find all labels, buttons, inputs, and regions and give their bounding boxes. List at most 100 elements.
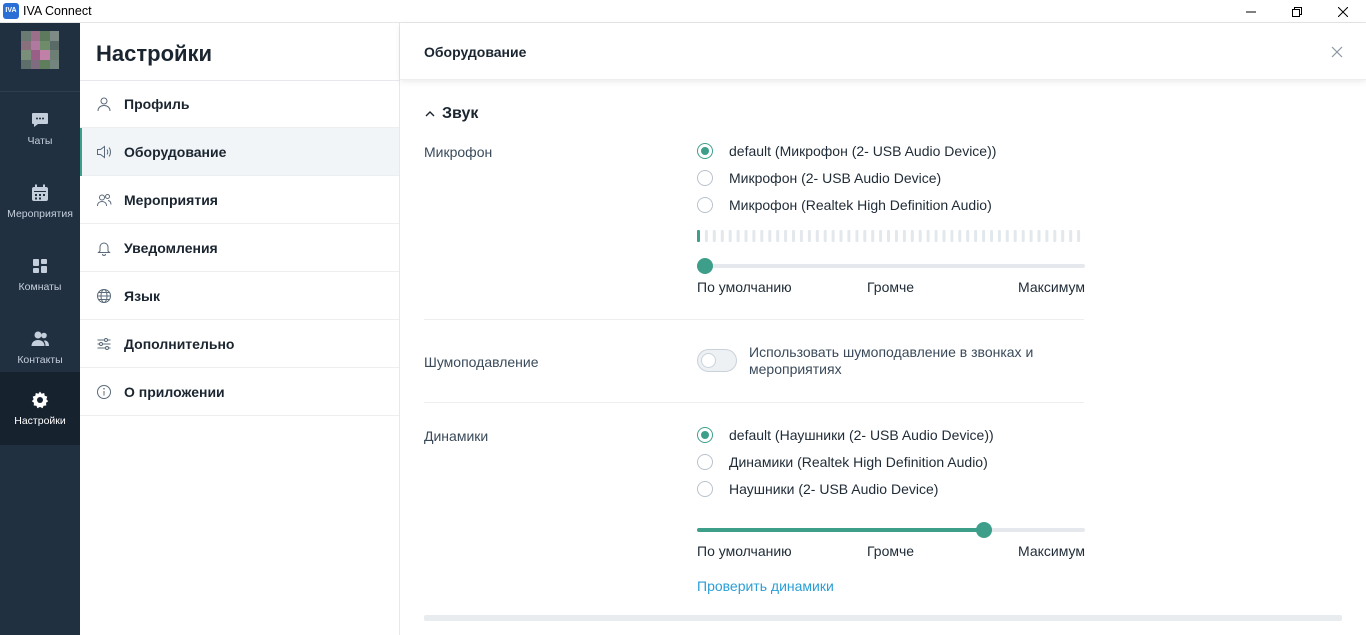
- microphone-option-1[interactable]: Микрофон (2- USB Audio Device): [697, 170, 941, 186]
- app-title: IVA Connect: [23, 4, 92, 18]
- close-icon[interactable]: [1330, 45, 1344, 59]
- avatar[interactable]: [21, 31, 59, 69]
- radio-button[interactable]: [697, 427, 713, 443]
- restore-button[interactable]: [1274, 0, 1320, 23]
- rail-item-label: Мероприятия: [7, 208, 73, 220]
- menu-item-profile[interactable]: Профиль: [80, 80, 399, 128]
- user-icon: [97, 97, 111, 111]
- noise-suppression-description: Использовать шумоподавление в звонках и …: [749, 344, 1034, 377]
- level-tick: [1053, 230, 1057, 242]
- main-header: Оборудование: [400, 23, 1366, 80]
- level-tick: [752, 230, 756, 242]
- level-tick: [918, 230, 922, 242]
- level-tick: [1005, 230, 1009, 242]
- minimize-icon: [1246, 11, 1256, 12]
- rail-item-rooms[interactable]: Комнаты: [0, 238, 80, 311]
- slider-fill: [697, 528, 984, 532]
- radio-button[interactable]: [697, 481, 713, 497]
- scale-max-label: Максимум: [1018, 279, 1085, 295]
- rail-item-chats[interactable]: Чаты: [0, 92, 80, 165]
- menu-item-events[interactable]: Мероприятия: [80, 176, 399, 224]
- noise-suppression-toggle[interactable]: [697, 349, 737, 372]
- level-tick: [823, 230, 827, 242]
- test-speakers-link[interactable]: Проверить динамики: [697, 578, 834, 594]
- scale-mid-label: Громче: [867, 543, 915, 559]
- scale-mid-label: Громче: [867, 279, 915, 295]
- level-tick: [1013, 230, 1017, 242]
- level-tick: [1029, 230, 1033, 242]
- radio-button[interactable]: [697, 170, 713, 186]
- microphone-option-2[interactable]: Микрофон (Realtek High Definition Audio): [697, 197, 992, 213]
- globe-icon: [97, 288, 111, 303]
- slider-handle[interactable]: [976, 522, 992, 538]
- level-tick: [871, 230, 875, 242]
- speakers-volume-slider[interactable]: [697, 522, 1085, 538]
- title-bar: IVA IVA Connect: [0, 0, 1366, 23]
- level-tick: [831, 230, 835, 242]
- level-tick: [784, 230, 788, 242]
- sliders-icon: [97, 337, 111, 350]
- radio-button[interactable]: [697, 197, 713, 213]
- noise-suppression-label: Шумоподавление: [424, 354, 539, 370]
- level-tick: [887, 230, 890, 242]
- level-tick: [847, 230, 851, 242]
- microphone-volume-slider[interactable]: [697, 258, 1085, 274]
- menu-item-notifications[interactable]: Уведомления: [80, 224, 399, 272]
- level-tick: [902, 230, 906, 242]
- bell-icon: [97, 242, 111, 256]
- left-rail: Чаты Мероприятия Комнаты Контакты Настро…: [0, 23, 80, 635]
- radio-label: Микрофон (2- USB Audio Device): [729, 170, 942, 186]
- level-tick: [720, 230, 724, 242]
- menu-item-label: Оборудование: [124, 143, 227, 160]
- restore-icon: [1292, 6, 1302, 17]
- microphone-option-0[interactable]: default (Микрофон (2- USB Audio Device)): [697, 143, 996, 159]
- scroll-indicator[interactable]: [424, 615, 1342, 621]
- slider-handle[interactable]: [697, 258, 713, 274]
- settings-menu: Настройки Профиль Оборудование Мероприят…: [80, 23, 400, 635]
- menu-item-label: Язык: [124, 287, 160, 304]
- radio-button[interactable]: [697, 454, 713, 470]
- level-tick: [982, 230, 986, 242]
- window-close-button[interactable]: [1320, 0, 1366, 23]
- speakers-option-1[interactable]: Динамики (Realtek High Definition Audio): [697, 454, 988, 470]
- menu-item-about[interactable]: О приложении: [80, 368, 399, 416]
- menu-item-hardware[interactable]: Оборудование: [80, 128, 399, 176]
- level-tick: [744, 230, 748, 242]
- page-title: Оборудование: [424, 44, 527, 60]
- menu-item-advanced[interactable]: Дополнительно: [80, 320, 399, 368]
- speakers-option-2[interactable]: Наушники (2- USB Audio Device): [697, 481, 938, 497]
- level-tick: [792, 230, 795, 242]
- window-close-icon: [1338, 6, 1348, 17]
- menu-item-language[interactable]: Язык: [80, 272, 399, 320]
- calendar-icon: [32, 184, 48, 201]
- chat-icon: [32, 113, 48, 127]
- level-tick: [910, 230, 914, 242]
- people-icon: [97, 193, 112, 206]
- radio-label: default (Наушники (2- USB Audio Device)): [729, 427, 994, 443]
- radio-button[interactable]: [697, 143, 713, 159]
- level-tick: [697, 230, 700, 242]
- divider: [424, 402, 1084, 403]
- level-tick: [942, 230, 946, 242]
- level-tick: [807, 230, 811, 242]
- level-tick: [974, 230, 978, 242]
- level-tick: [760, 230, 764, 242]
- level-tick: [863, 230, 867, 242]
- level-tick: [1037, 230, 1041, 242]
- level-tick: [704, 230, 708, 242]
- menu-item-label: Уведомления: [124, 239, 218, 256]
- rail-item-settings[interactable]: Настройки: [0, 372, 80, 445]
- level-tick: [728, 230, 732, 242]
- rail-item-events[interactable]: Мероприятия: [0, 165, 80, 238]
- level-tick: [1045, 230, 1049, 242]
- level-tick: [776, 230, 780, 242]
- section-sound-header[interactable]: Звук: [424, 105, 478, 123]
- app-logo-icon: IVA: [3, 3, 19, 19]
- scale-min-label: По умолчанию: [697, 279, 792, 295]
- section-title: Звук: [442, 105, 479, 122]
- speakers-option-0[interactable]: default (Наушники (2- USB Audio Device)): [697, 427, 994, 443]
- level-tick: [1069, 230, 1073, 242]
- rail-item-label: Чаты: [27, 135, 53, 147]
- minimize-button[interactable]: [1228, 0, 1274, 23]
- level-tick: [926, 230, 930, 242]
